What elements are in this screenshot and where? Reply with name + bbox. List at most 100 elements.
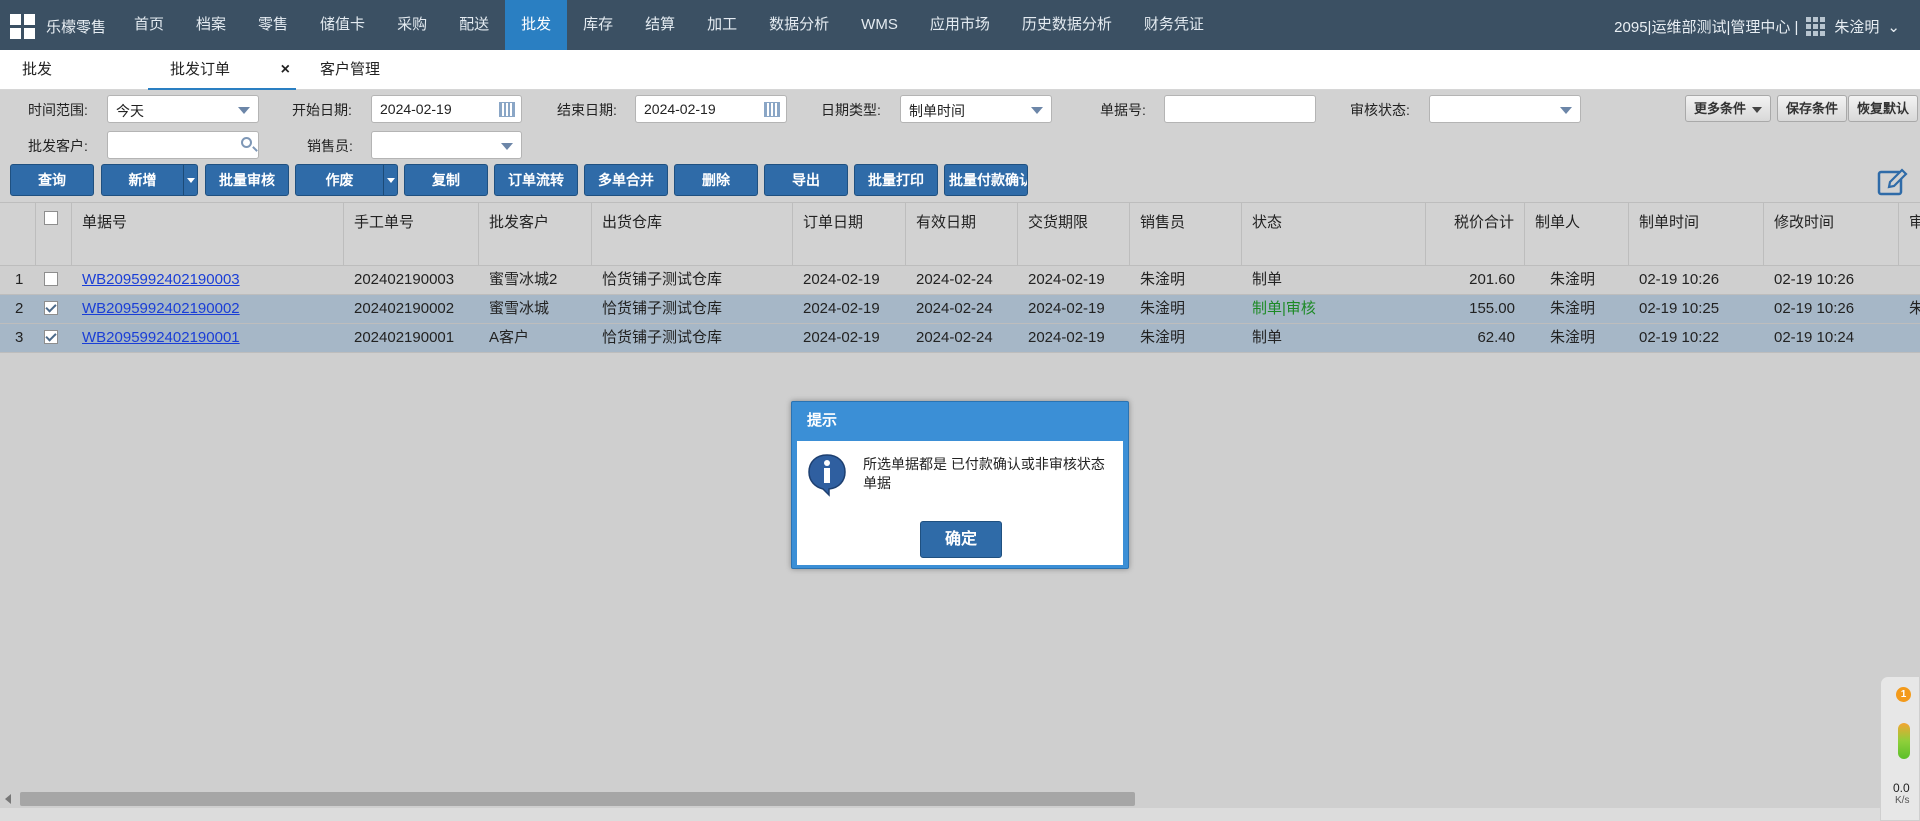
audit-status-select[interactable] xyxy=(1429,95,1581,123)
apps-grid-icon[interactable] xyxy=(1806,16,1826,37)
nav-stored-value-card[interactable]: 储值卡 xyxy=(304,0,381,50)
cell-auditor xyxy=(1899,324,1919,352)
select-all-checkbox[interactable] xyxy=(44,211,58,225)
nav-processing[interactable]: 加工 xyxy=(691,0,753,50)
nav-app-market[interactable]: 应用市场 xyxy=(914,0,1006,50)
cell-total: 201.60 xyxy=(1469,271,1515,288)
nav-wms[interactable]: WMS xyxy=(845,0,914,50)
end-date-label: 结束日期: xyxy=(557,102,617,118)
nav-data-analysis[interactable]: 数据分析 xyxy=(753,0,845,50)
header-salesman[interactable]: 销售员 xyxy=(1130,203,1242,265)
ok-button[interactable]: 确定 xyxy=(920,521,1002,558)
doc-no-input[interactable] xyxy=(1164,95,1316,123)
row-checkbox[interactable] xyxy=(44,330,58,344)
table-row[interactable]: 2 WB2095992402190002 202402190002 蜜雪冰城 恰… xyxy=(0,295,1920,324)
nav-inventory[interactable]: 库存 xyxy=(567,0,629,50)
order-flow-button[interactable]: 订单流转 xyxy=(494,164,578,196)
header-warehouse[interactable]: 出货仓库 xyxy=(592,203,793,265)
header-doc-no[interactable]: 单据号 xyxy=(72,203,344,265)
table-row[interactable]: 3 WB2095992402190001 202402190001 A客户 恰货… xyxy=(0,324,1920,353)
header-auditor[interactable]: 审 xyxy=(1899,203,1920,265)
notification-badge[interactable]: 1 xyxy=(1896,687,1911,702)
time-range-select[interactable]: 今天 xyxy=(107,95,259,123)
user-area: 2095|运维部测试|管理中心 | 朱淦明 ⌄ xyxy=(1614,16,1900,37)
nav-archive[interactable]: 档案 xyxy=(180,0,242,50)
nav-retail[interactable]: 零售 xyxy=(242,0,304,50)
user-name[interactable]: 朱淦明 xyxy=(1834,16,1879,37)
doc-no-link[interactable]: WB2095992402190001 xyxy=(72,324,250,352)
copy-button[interactable]: 复制 xyxy=(404,164,488,196)
header-delivery-date[interactable]: 交货期限 xyxy=(1018,203,1130,265)
edit-icon[interactable] xyxy=(1876,166,1908,198)
merge-orders-button[interactable]: 多单合并 xyxy=(584,164,668,196)
cell-created-time: 02-19 10:25 xyxy=(1639,300,1720,317)
cell-warehouse: 恰货铺子测试仓库 xyxy=(602,271,723,288)
nav-distribution[interactable]: 配送 xyxy=(443,0,505,50)
doc-no-link[interactable]: WB2095992402190003 xyxy=(72,266,250,294)
nav-finance-voucher[interactable]: 财务凭证 xyxy=(1128,0,1220,50)
calendar-icon[interactable] xyxy=(499,102,515,117)
row-checkbox[interactable] xyxy=(44,272,58,286)
row-checkbox[interactable] xyxy=(44,301,58,315)
header-order-date[interactable]: 订单日期 xyxy=(793,203,906,265)
app-logo-icon[interactable] xyxy=(10,14,36,40)
end-date-input[interactable]: 2024-02-19 xyxy=(635,95,787,123)
tab-strip: 批发 批发订单 × 客户管理 xyxy=(0,50,1920,90)
tab-customer-management[interactable]: 客户管理 xyxy=(320,50,380,90)
more-conditions-button[interactable]: 更多条件 xyxy=(1685,95,1772,122)
nav-settlement[interactable]: 结算 xyxy=(629,0,691,50)
save-conditions-button[interactable]: 保存条件 xyxy=(1777,95,1848,122)
cell-status: 制单 xyxy=(1252,271,1283,288)
dialog-title[interactable]: 提示 xyxy=(792,402,1128,440)
tab-wholesale-order[interactable]: 批发订单 × xyxy=(148,50,296,90)
scrollbar-thumb[interactable] xyxy=(20,792,1135,806)
table-row[interactable]: 1 WB2095992402190003 202402190003 蜜雪冰城2 … xyxy=(0,266,1920,295)
brand-name[interactable]: 乐檬零售 xyxy=(46,16,106,37)
scroll-left-arrow-icon[interactable] xyxy=(5,794,11,804)
horizontal-scrollbar[interactable] xyxy=(0,790,1880,808)
network-speed-widget[interactable]: 1 0.0 K/s xyxy=(1880,676,1920,821)
nav-wholesale[interactable]: 批发 xyxy=(505,0,568,50)
search-icon[interactable] xyxy=(241,137,252,148)
tab-wholesale[interactable]: 批发 xyxy=(22,50,52,90)
chevron-down-icon[interactable] xyxy=(183,165,197,195)
header-status[interactable]: 状态 xyxy=(1242,203,1426,265)
info-icon xyxy=(808,454,846,497)
nav-history-analysis[interactable]: 历史数据分析 xyxy=(1006,0,1128,50)
batch-audit-button[interactable]: 批量审核 xyxy=(205,164,289,196)
add-button[interactable]: 新增 xyxy=(101,164,198,196)
nav-home[interactable]: 首页 xyxy=(118,0,180,50)
customer-input[interactable] xyxy=(107,131,259,159)
cell-manual-no: 202402190001 xyxy=(354,329,455,346)
start-date-label: 开始日期: xyxy=(292,102,352,118)
user-chevron-down-icon[interactable]: ⌄ xyxy=(1887,18,1900,36)
batch-payment-confirm-button[interactable]: 批量付款确认 xyxy=(944,164,1028,196)
header-created-time[interactable]: 制单时间 xyxy=(1629,203,1764,265)
header-total[interactable]: 税价合计 xyxy=(1426,203,1525,265)
salesman-select[interactable] xyxy=(371,131,522,159)
date-type-select[interactable]: 制单时间 xyxy=(900,95,1052,123)
chevron-down-icon xyxy=(238,107,250,114)
batch-print-button[interactable]: 批量打印 xyxy=(854,164,938,196)
query-button[interactable]: 查询 xyxy=(10,164,94,196)
export-button[interactable]: 导出 xyxy=(764,164,848,196)
header-modified-time[interactable]: 修改时间 xyxy=(1764,203,1899,265)
calendar-icon[interactable] xyxy=(764,102,780,117)
header-creator[interactable]: 制单人 xyxy=(1525,203,1629,265)
void-button-label: 作废 xyxy=(325,172,354,188)
cell-auditor: 朱 xyxy=(1909,300,1920,317)
time-range-value: 今天 xyxy=(116,103,144,119)
cell-total: 155.00 xyxy=(1469,300,1515,317)
start-date-input[interactable]: 2024-02-19 xyxy=(371,95,522,123)
nav-purchase[interactable]: 采购 xyxy=(381,0,443,50)
chevron-down-icon[interactable] xyxy=(383,165,397,195)
restore-default-button[interactable]: 恢复默认 xyxy=(1848,95,1919,122)
header-manual-no[interactable]: 手工单号 xyxy=(344,203,479,265)
doc-no-link[interactable]: WB2095992402190002 xyxy=(72,295,250,323)
delete-button[interactable]: 删除 xyxy=(674,164,758,196)
cell-modified-time: 02-19 10:26 xyxy=(1774,300,1855,317)
header-customer[interactable]: 批发客户 xyxy=(479,203,592,265)
header-valid-date[interactable]: 有效日期 xyxy=(906,203,1018,265)
close-icon[interactable]: × xyxy=(281,50,290,90)
void-button[interactable]: 作废 xyxy=(295,164,398,196)
